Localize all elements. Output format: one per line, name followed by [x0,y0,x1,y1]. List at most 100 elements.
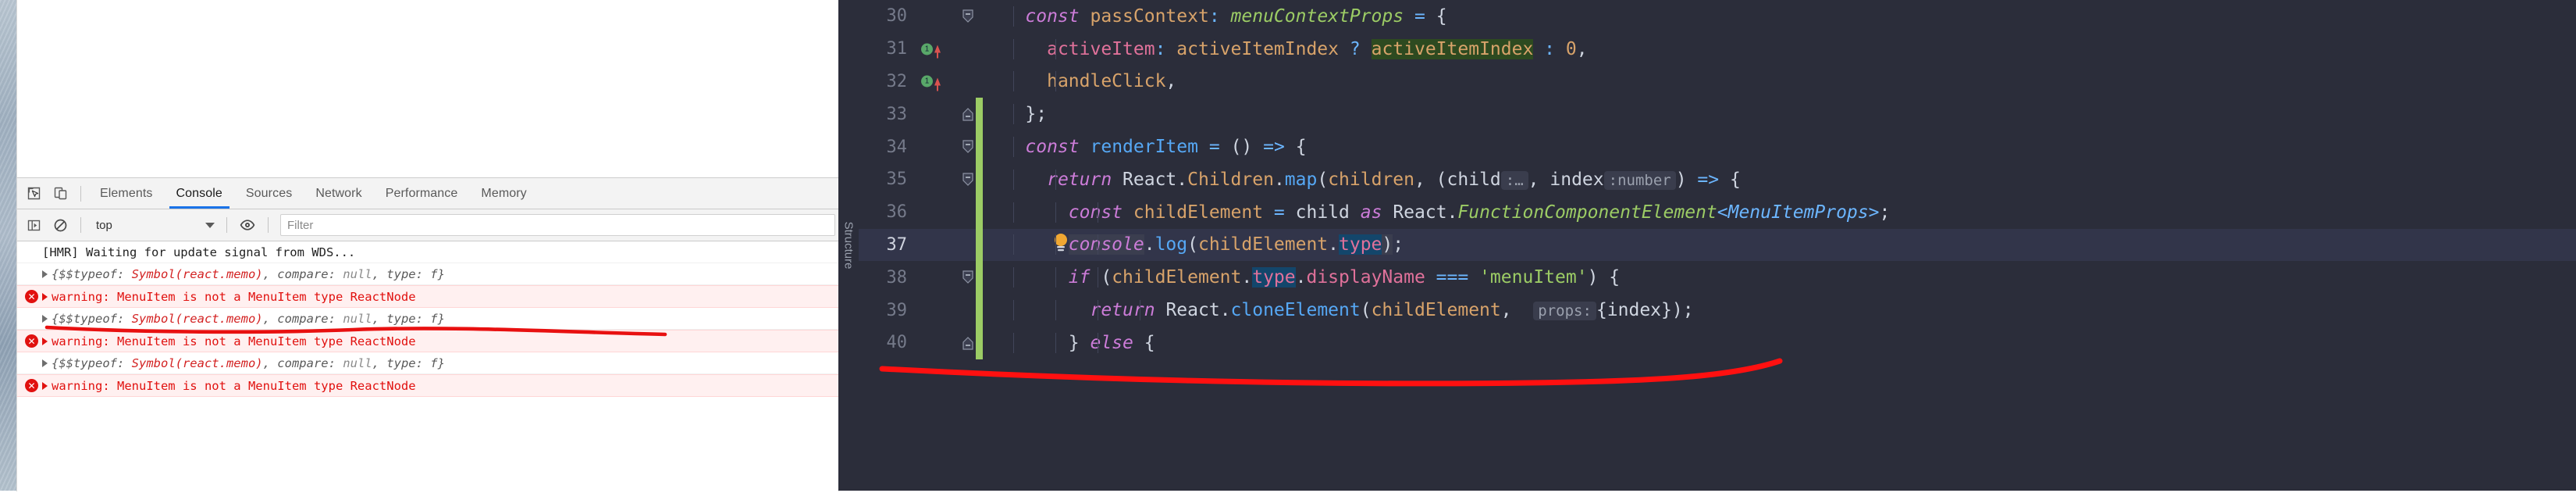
device-toolbar-icon[interactable] [47,182,73,205]
console-toolbar-divider-2 [226,217,227,233]
object-token: , type: [372,355,431,370]
gutter-icons [915,261,983,295]
tab-performance[interactable]: Performance [374,178,470,209]
code-line[interactable]: 35 return React.Children.map(children, (… [859,163,2576,196]
object-token: , compare: [262,355,343,370]
line-number: 30 [886,6,908,27]
code-line[interactable]: 36 const childElement = child as React.F… [859,195,2576,229]
object-token: f} [430,311,445,326]
code-text: console.log(childElement.type); [982,234,2576,255]
usage-count-icon: 1 [921,43,933,55]
line-number: 37 [886,234,908,255]
code-line[interactable]: 31 1 activeItem: activeItemIndex ? activ… [859,33,2576,66]
inspect-element-icon[interactable] [20,182,47,205]
object-token: null [343,355,372,370]
fold-collapse-icon[interactable] [960,139,976,155]
console-row-info[interactable]: [HMR] Waiting for update signal from WDS… [17,241,838,263]
console-row-error[interactable]: ✕ warning: MenuItem is not a MenuItem ty… [17,330,838,352]
expand-triangle-icon[interactable] [42,337,48,345]
fold-column [955,229,982,262]
fold-collapse-icon[interactable] [960,172,976,188]
code-text: handleClick, [982,71,2576,92]
code-line[interactable]: 33 }; [859,98,2576,131]
code-editor[interactable]: 30 const passContext: menuContextProps =… [859,0,2576,491]
line-number: 32 [886,71,908,91]
tab-label: Performance [385,186,458,200]
fold-column[interactable] [955,98,982,130]
gutter-icons[interactable] [915,228,1068,262]
console-message-text: warning: MenuItem is not a MenuItem type… [52,334,416,348]
object-token: , compare: [262,266,343,281]
expand-triangle-icon[interactable] [42,381,48,390]
fold-column[interactable] [955,0,982,33]
gutter-icons[interactable]: 1 [915,66,955,98]
fold-column [955,294,982,327]
console-row-error[interactable]: ✕ warning: MenuItem is not a MenuItem ty… [17,374,838,397]
fold-column[interactable] [955,327,982,359]
console-row-object[interactable]: {$$typeof: Symbol(react.memo), compare: … [17,352,838,374]
error-icon: ✕ [25,334,38,348]
tab-memory[interactable]: Memory [469,178,538,209]
code-text: } else { [982,332,2576,353]
devtools-tabbar: Elements Console Sources Network Perform… [17,178,838,209]
clear-console-icon[interactable] [47,213,73,237]
code-line[interactable]: 38 if (childElement.type.displayName ===… [859,261,2576,295]
live-expression-icon[interactable] [234,213,261,237]
usage-marker-icon[interactable]: 1 [921,43,941,59]
code-text: if (childElement.type.displayName === 'm… [982,267,2576,288]
screen: Elements Console Sources Network Perform… [0,0,2576,493]
code-line[interactable]: 40 } else { [859,326,2576,359]
fold-collapse-icon[interactable] [960,9,976,24]
fold-column[interactable] [955,163,982,196]
tab-label: Elements [100,186,153,200]
fold-column [955,66,982,98]
expand-triangle-icon[interactable] [42,314,48,323]
fold-column[interactable] [955,261,982,294]
code-line[interactable]: 32 1 handleClick, [859,66,2576,98]
code-line-current[interactable]: 37 console.log(childElement.type); [859,228,2576,262]
fold-collapse-up-icon[interactable] [960,335,976,351]
ide-tool-window-bar[interactable]: Structure [838,0,859,491]
console-row-error[interactable]: ✕ warning: MenuItem is not a MenuItem ty… [17,285,838,308]
fold-collapse-up-icon[interactable] [960,106,976,122]
gutter-icons [915,163,983,196]
expand-triangle-icon[interactable] [42,359,48,367]
code-line[interactable]: 39 return React.cloneElement(childElemen… [859,294,2576,327]
object-token: {$$typeof: [52,355,132,370]
console-message-text: warning: MenuItem is not a MenuItem type… [52,378,416,393]
code-text: activeItem: activeItemIndex ? activeItem… [982,38,2576,59]
tab-network[interactable]: Network [304,178,373,209]
expand-triangle-icon[interactable] [42,270,48,278]
execution-context-select[interactable]: top [88,215,219,235]
browser-window: Elements Console Sources Network Perform… [17,0,838,493]
usage-count-icon: 1 [921,75,933,88]
gutter-icons [915,294,983,327]
usage-marker-icon[interactable]: 1 [921,75,941,91]
desktop-wallpaper [0,0,17,491]
fold-collapse-icon[interactable] [960,270,976,285]
console-object-preview: {$$typeof: Symbol(react.memo), compare: … [52,312,445,326]
console-filter-input[interactable]: Filter [280,214,835,236]
code-line[interactable]: 30 const passContext: menuContextProps =… [859,0,2576,33]
console-message-list[interactable]: [HMR] Waiting for update signal from WDS… [17,241,838,493]
gutter-icons [915,130,983,163]
console-row-object[interactable]: {$$typeof: Symbol(react.memo), compare: … [17,263,838,285]
code-line[interactable]: 34 const renderItem = () => { [859,130,2576,163]
structure-tool-label[interactable]: Structure [842,222,856,270]
tab-sources[interactable]: Sources [234,178,304,209]
line-number: 34 [886,137,908,157]
console-message-text: warning: MenuItem is not a MenuItem type… [52,289,416,304]
object-token: f} [430,355,445,370]
execution-context-value: top [96,218,112,232]
expand-triangle-icon[interactable] [42,292,48,301]
tab-label: Console [176,186,222,200]
line-number: 31 [886,39,908,59]
fold-column[interactable] [955,130,982,163]
console-sidebar-icon[interactable] [20,213,47,237]
tab-console[interactable]: Console [165,178,234,209]
tab-elements[interactable]: Elements [88,178,165,209]
gutter-icons[interactable]: 1 [915,33,955,66]
code-text: const renderItem = () => { [982,137,2576,158]
console-row-object[interactable]: {$$typeof: Symbol(react.memo), compare: … [17,308,838,330]
object-token: f} [430,266,445,281]
